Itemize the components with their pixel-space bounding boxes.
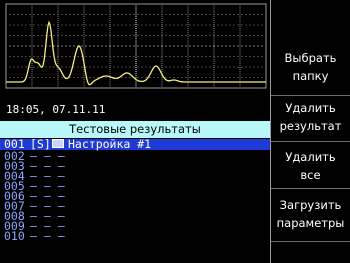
waveform-plot (5, 3, 267, 89)
separator (271, 241, 350, 242)
delete-all-button[interactable]: Удалить все (271, 148, 350, 184)
separator (271, 188, 350, 189)
separator (271, 141, 350, 142)
select-folder-label-1: Выбрать (284, 51, 337, 65)
result-row[interactable]: 010 – – – (0, 229, 270, 243)
result-name: – – – (30, 229, 65, 243)
waveform-graph (0, 0, 270, 96)
result-index: 010 (4, 229, 25, 243)
separator (271, 95, 350, 96)
load-parameters-label-1: Загрузить (279, 198, 342, 212)
delete-all-label-2: все (300, 168, 321, 182)
results-list: 001 [S] Настройка #1 002– – –003– – –004– –… (0, 137, 270, 263)
select-folder-label-2: папку (292, 69, 329, 83)
load-parameters-label-2: параметры (276, 216, 345, 230)
result-name: Настройка #1 (68, 137, 152, 151)
delete-all-label-1: Удалить (285, 150, 336, 164)
delete-result-label-2: результат (279, 119, 342, 133)
soft-key-panel: Выбрать папку Удалить результат Удалить … (270, 0, 350, 263)
delete-result-button[interactable]: Удалить результат (271, 99, 350, 135)
select-folder-button[interactable]: Выбрать папку (271, 49, 350, 85)
load-parameters-button[interactable]: Загрузить параметры (271, 196, 350, 232)
results-header: Тестовые результаты (0, 121, 270, 138)
result-type-icon (52, 139, 64, 148)
timestamp: 18:05, 07.11.11 (6, 103, 106, 116)
delete-result-label-1: Удалить (285, 101, 336, 115)
grid-dots (9, 5, 263, 87)
